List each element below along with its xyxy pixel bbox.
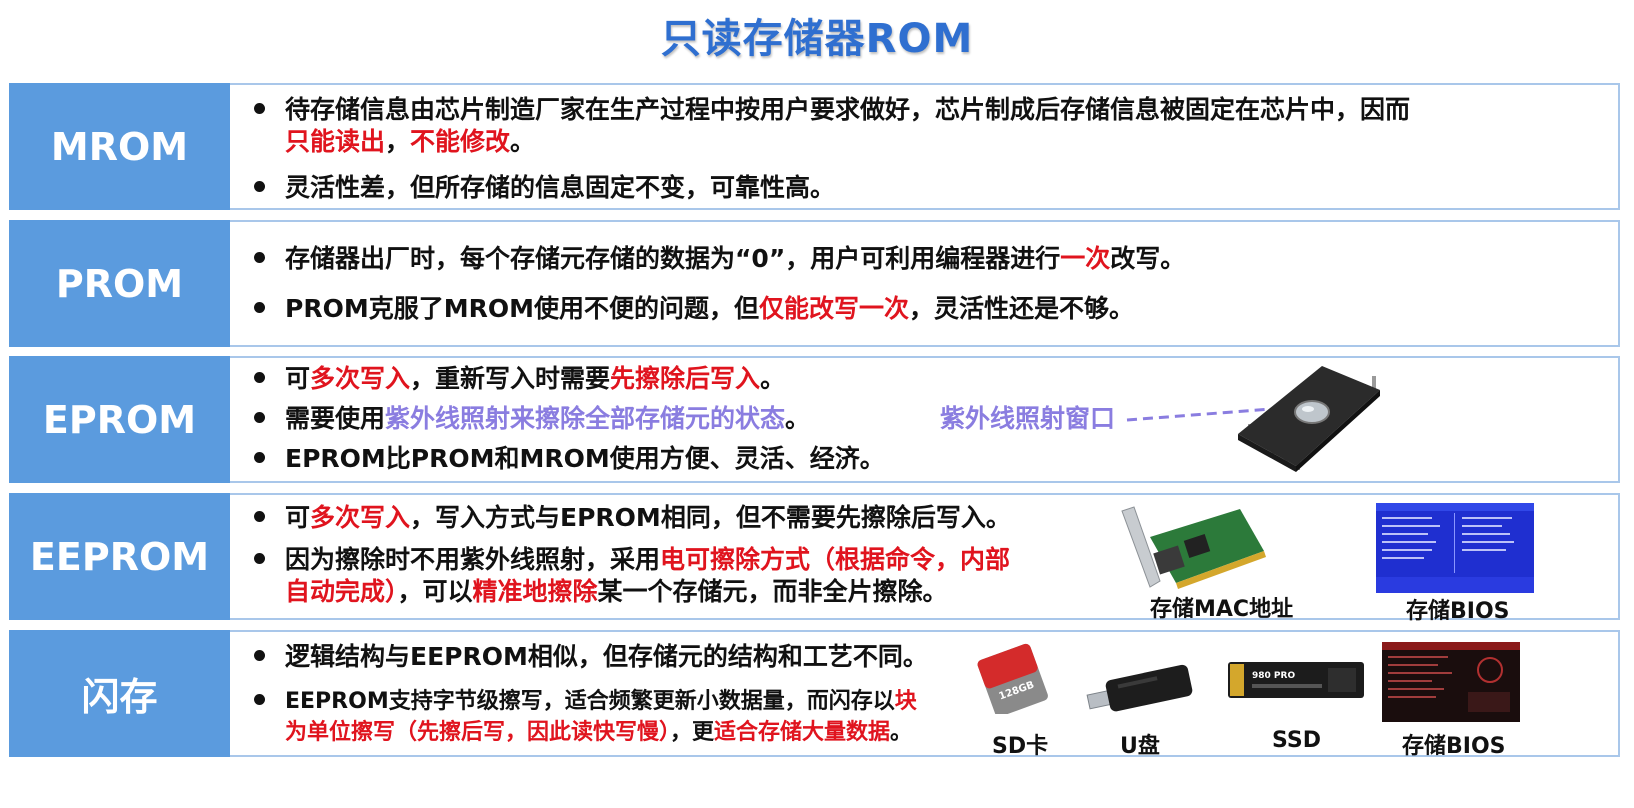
ssd-image: 980 PRO <box>1228 662 1364 698</box>
prom-line1: 存储器出厂时，每个存储元存储的数据为“0”，用户可利用编程器进行一次改写。 <box>254 242 1185 275</box>
eeprom-line3: 自动完成），可以精准地擦除某一个存储元，而非全片擦除。 <box>285 577 948 606</box>
flash-line1: 逻辑结构与EEPROM相似，但存储元的结构和工艺不同。 <box>254 640 928 673</box>
caption-usb: U盘 <box>1120 734 1160 759</box>
bullet-icon <box>254 693 265 705</box>
row-eprom: EPROM 可多次写入，重新写入时需要先擦除后写入。 需要使用紫外线照射来擦除全… <box>9 356 1620 483</box>
eprom-line3: EPROM比PROM和MROM使用方便、灵活、经济。 <box>254 442 885 475</box>
caption-mac: 存储MAC地址 <box>1150 597 1294 622</box>
bullet-icon <box>254 411 265 423</box>
uv-window-callout: 紫外线照射窗口 <box>940 404 1116 433</box>
row-label-eprom: EPROM <box>9 356 230 483</box>
row-label-mrom: MROM <box>9 83 230 210</box>
bullet-icon <box>254 552 265 564</box>
bullet-icon <box>254 649 265 661</box>
caption-sd: SD卡 <box>992 734 1049 759</box>
mrom-line2: 灵活性差，但所存储的信息固定不变，可靠性高。 <box>254 171 835 204</box>
prom-line2: PROM克服了MROM使用不便的问题，但仅能改写一次，灵活性还是不够。 <box>254 292 1134 325</box>
row-content-prom: 存储器出厂时，每个存储元存储的数据为“0”，用户可利用编程器进行一次改写。 PR… <box>230 220 1620 347</box>
caption-ssd: SSD <box>1272 728 1321 753</box>
mrom-line1-cont: 只能读出，不能修改。 <box>285 127 536 156</box>
row-content-eeprom: 可多次写入，写入方式与EPROM相同，但不需要先擦除后写入。 因为擦除时不用紫外… <box>230 493 1620 624</box>
bullet-icon <box>254 102 265 114</box>
row-label-flash: 闪存 <box>9 630 230 757</box>
bios-board-image <box>1382 642 1520 722</box>
sd-card-image: 128GB <box>977 643 1048 714</box>
row-prom: PROM 存储器出厂时，每个存储元存储的数据为“0”，用户可利用编程器进行一次改… <box>9 220 1620 347</box>
bullet-icon <box>254 451 265 463</box>
eeprom-line2: 因为擦除时不用紫外线照射，采用电可擦除方式（根据命令，内部 <box>254 543 1010 576</box>
network-card-image <box>1121 506 1266 589</box>
eeprom-line1: 可多次写入，写入方式与EPROM相同，但不需要先擦除后写入。 <box>254 501 1011 534</box>
flash-line3: 为单位擦写（先擦后写，因此读快写慢），更适合存储大量数据。 <box>285 720 913 745</box>
bullet-icon <box>254 510 265 522</box>
ssd-label: 980 PRO <box>1252 671 1295 681</box>
row-label-prom: PROM <box>9 220 230 347</box>
eprom-chip-image <box>1238 366 1380 472</box>
caption-flash-bios: 存储BIOS <box>1402 734 1506 759</box>
row-mrom: MROM 待存储信息由芯片制造厂家在生产过程中按用户要求做好，芯片制成后存储信息… <box>9 83 1620 210</box>
flash-line2: EEPROM支持字节级擦写，适合频繁更新小数据量，而闪存以块 <box>254 685 917 718</box>
usb-drive-image <box>1086 664 1193 712</box>
row-content-mrom: 待存储信息由芯片制造厂家在生产过程中按用户要求做好，芯片制成后存储信息被固定在芯… <box>230 83 1620 210</box>
row-flash: 闪存 逻辑结构与EEPROM相似，但存储元的结构和工艺不同。 EEPROM支持字… <box>9 630 1620 759</box>
bullet-icon <box>254 301 265 313</box>
row-label-eeprom: EEPROM <box>9 493 230 620</box>
row-eeprom: EEPROM 可多次写入，写入方式与EPROM相同，但不需要先擦除后写入。 因为… <box>9 493 1620 624</box>
row-content-flash: 逻辑结构与EEPROM相似，但存储元的结构和工艺不同。 EEPROM支持字节级擦… <box>230 630 1620 759</box>
bullet-icon <box>254 180 265 192</box>
mrom-line1: 待存储信息由芯片制造厂家在生产过程中按用户要求做好，芯片制成后存储信息被固定在芯… <box>254 93 1410 126</box>
eprom-line1: 可多次写入，重新写入时需要先擦除后写入。 <box>254 362 785 395</box>
bullet-icon <box>254 251 265 263</box>
row-content-eprom: 可多次写入，重新写入时需要先擦除后写入。 需要使用紫外线照射来擦除全部存储元的状… <box>230 356 1620 483</box>
page-title: 只读存储器ROM <box>660 16 974 62</box>
bios-screen-image <box>1376 503 1534 593</box>
bullet-icon <box>254 371 265 383</box>
eprom-line2: 需要使用紫外线照射来擦除全部存储元的状态。 <box>254 402 810 435</box>
caption-bios: 存储BIOS <box>1406 599 1510 624</box>
